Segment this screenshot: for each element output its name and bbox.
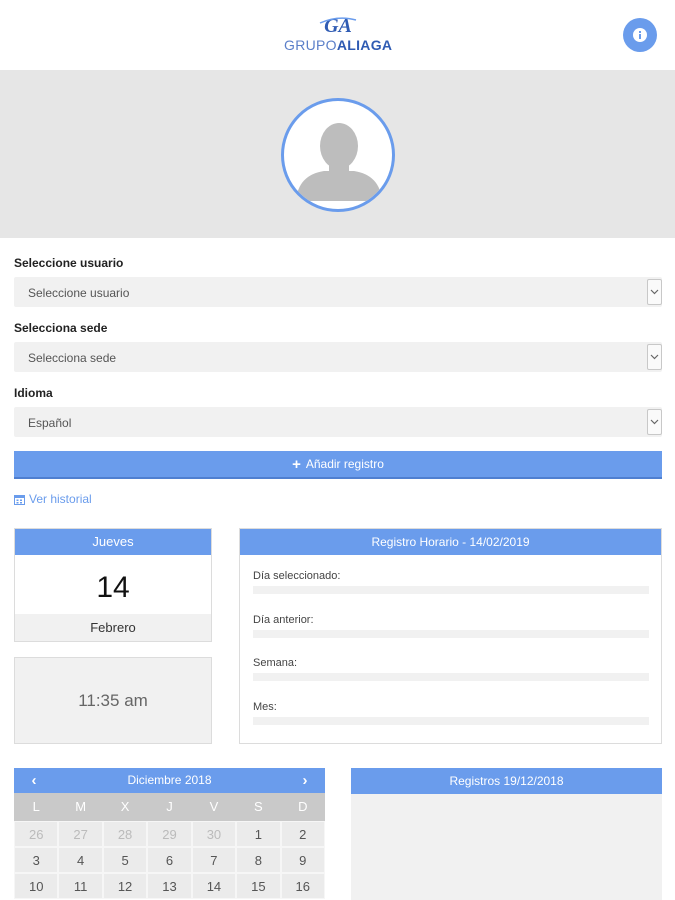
view-history-label: Ver historial (29, 492, 92, 506)
user-field: Seleccione usuario Seleccione usuario (14, 256, 662, 321)
logo-mark-icon: GA (319, 15, 357, 36)
chevron-down-icon (647, 344, 662, 370)
today-card: Jueves 14 Febrero (14, 528, 212, 642)
profile-banner (0, 70, 675, 238)
calendar-day[interactable]: 29 (147, 821, 192, 847)
registro-row-month: Mes: (253, 701, 649, 725)
add-record-button[interactable]: + Añadir registro (14, 451, 662, 479)
calendar-day[interactable]: 8 (236, 847, 281, 873)
calendar-day[interactable]: 7 (191, 847, 237, 873)
today-month: Febrero (15, 614, 211, 641)
registro-row-week: Semana: (253, 657, 649, 681)
language-select-value: Español (28, 416, 72, 430)
calendar-icon (14, 494, 25, 505)
avatar (281, 98, 395, 212)
calendar-header: ‹ Diciembre 2018 › (14, 768, 325, 793)
calendar-day[interactable]: 27 (58, 821, 103, 847)
calendar-day[interactable]: 15 (236, 873, 281, 899)
info-icon (633, 28, 647, 42)
calendar-day[interactable]: 16 (280, 873, 325, 899)
chevron-down-icon (647, 279, 662, 305)
calendar-month-title: Diciembre 2018 (127, 773, 212, 787)
current-time: 11:35 am (14, 657, 212, 744)
grupo-aliaga-logo: GA GRUPOALIAGA (284, 14, 392, 53)
language-label: Idioma (14, 386, 53, 400)
calendar-day[interactable]: 10 (14, 873, 59, 899)
chevron-left-icon[interactable]: ‹ (22, 768, 46, 793)
calendar-weekday: S (254, 799, 263, 814)
registro-row-selected-day: Día seleccionado: (253, 570, 649, 594)
calendar-weekday: V (209, 799, 219, 814)
registros-panel: Registros 19/12/2018 (351, 768, 662, 900)
calendar-day[interactable]: 1 (236, 821, 281, 847)
calendar-day[interactable]: 6 (147, 847, 192, 873)
language-field: Idioma Español (14, 386, 662, 451)
calendar: ‹ Diciembre 2018 › LMXJVSD 26 27 28 29 30 1 2 3… (14, 768, 325, 900)
calendar-weekday: M (75, 799, 87, 814)
calendar-days: 26 27 28 29 30 1 2 3 4 5 6 7 8 9 10 11 12 13 14 15 16 (14, 821, 325, 899)
calendar-weekday: L (32, 799, 40, 814)
calendar-day[interactable]: 9 (280, 847, 325, 873)
calendar-day[interactable]: 26 (14, 821, 59, 847)
calendar-day[interactable]: 14 (191, 873, 237, 899)
app-header: GA GRUPOALIAGA (0, 0, 675, 70)
user-silhouette-icon (296, 123, 382, 201)
info-button[interactable] (623, 18, 657, 52)
calendar-weekday: J (166, 799, 173, 814)
calendar-weekday: D (298, 799, 308, 814)
add-record-label: Añadir registro (305, 457, 384, 471)
calendar-day[interactable]: 12 (102, 873, 148, 899)
calendar-day[interactable]: 30 (191, 821, 237, 847)
user-select-value: Seleccione usuario (28, 286, 130, 300)
today-weekday: Jueves (15, 529, 211, 555)
user-select[interactable]: Seleccione usuario (14, 277, 662, 307)
plus-icon: + (292, 455, 301, 473)
calendar-weekdays: LMXJVSD (14, 793, 325, 821)
user-form: Seleccione usuario Seleccione usuario Se… (14, 256, 662, 451)
site-select-value: Selecciona sede (28, 351, 117, 365)
calendar-day[interactable]: 4 (58, 847, 103, 873)
calendar-day[interactable]: 28 (102, 821, 148, 847)
calendar-day[interactable]: 3 (14, 847, 59, 873)
registros-panel-title: Registros 19/12/2018 (351, 768, 662, 794)
site-select[interactable]: Selecciona sede (14, 342, 662, 372)
registro-row-previous-day: Día anterior: (253, 614, 649, 638)
user-label: Seleccione usuario (14, 256, 124, 270)
calendar-day[interactable]: 5 (102, 847, 148, 873)
calendar-weekday: X (120, 799, 130, 814)
today-day-number: 14 (96, 571, 130, 604)
calendar-day[interactable]: 11 (58, 873, 103, 899)
chevron-down-icon (647, 409, 662, 435)
logo-text: GRUPOALIAGA (284, 37, 393, 53)
site-field: Selecciona sede Selecciona sede (14, 321, 662, 386)
calendar-day[interactable]: 13 (147, 873, 192, 899)
registro-horario-title: Registro Horario - 14/02/2019 (240, 529, 661, 555)
registro-horario-card: Registro Horario - 14/02/2019 Día selecc… (239, 528, 662, 744)
site-label: Selecciona sede (14, 321, 108, 335)
language-select[interactable]: Español (14, 407, 662, 437)
chevron-right-icon[interactable]: › (293, 768, 317, 793)
view-history-link[interactable]: Ver historial (14, 492, 92, 506)
calendar-day[interactable]: 2 (280, 821, 325, 847)
